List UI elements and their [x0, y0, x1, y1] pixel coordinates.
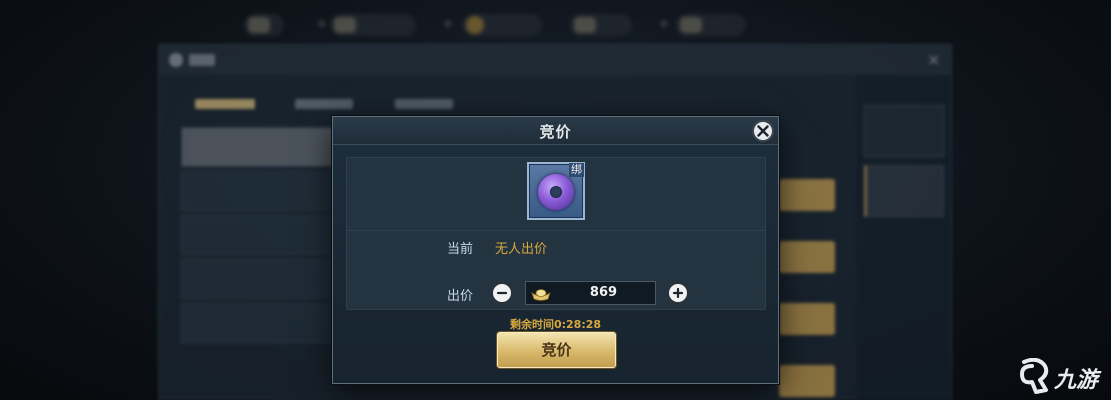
- bid-content: 绑 当前 无人出价 出价 869: [346, 157, 766, 310]
- coin-icon: [466, 16, 484, 34]
- bg-action-button: [779, 241, 835, 273]
- close-icon: [757, 125, 769, 137]
- resource-slot: [462, 14, 542, 36]
- plus-icon: +: [442, 16, 454, 32]
- bid-amount-input[interactable]: 869: [525, 281, 656, 305]
- bg-action-button: [779, 365, 835, 397]
- current-bid-label: 当前: [447, 242, 474, 257]
- panel-header: ×: [159, 45, 951, 75]
- resource-slot: [244, 14, 284, 36]
- ingot-icon: [334, 17, 356, 33]
- panel-title: [189, 54, 215, 66]
- decrease-bid-button[interactable]: [491, 282, 513, 304]
- bg-action-button: [779, 303, 835, 335]
- list-item: [181, 215, 341, 255]
- bg-action-button: [779, 179, 835, 211]
- list-item: [181, 127, 341, 167]
- bid-confirm-button[interactable]: 竞价: [497, 332, 616, 368]
- purple-ring-icon: [538, 174, 574, 210]
- plus-icon: +: [658, 16, 670, 32]
- tab: [295, 99, 353, 109]
- tab: [395, 99, 453, 109]
- close-button[interactable]: [752, 120, 774, 142]
- dialog-title: 竞价: [539, 123, 572, 141]
- jiuyou-logo-icon: [1020, 358, 1049, 394]
- ingot-icon: [531, 289, 551, 301]
- minus-icon: [496, 291, 508, 295]
- increase-bid-button[interactable]: [667, 282, 689, 304]
- resource-slot: [676, 14, 746, 36]
- tab: [195, 99, 255, 109]
- item-slot[interactable]: 绑: [527, 162, 585, 220]
- ingot-icon: [248, 17, 270, 33]
- ingot-icon: [574, 17, 596, 33]
- bid-label: 出价: [447, 289, 474, 304]
- gear-icon: [169, 53, 183, 67]
- list-item: [181, 259, 341, 299]
- divider: [347, 230, 765, 231]
- watermark: 九游: [1018, 356, 1108, 396]
- dialog-header: 竞价: [333, 117, 778, 145]
- bound-tag: 绑: [569, 163, 584, 177]
- resource-bar: + + +: [230, 6, 790, 42]
- category-list: [181, 127, 341, 347]
- list-item: [181, 171, 341, 211]
- current-bid-value: 无人出价: [495, 242, 548, 257]
- side-tab: [864, 165, 944, 217]
- plus-icon: +: [316, 16, 328, 32]
- watermark-text: 九游: [1054, 368, 1099, 393]
- plus-icon: [672, 287, 684, 299]
- side-tabs: [856, 75, 951, 400]
- bid-amount-value: 869: [589, 285, 618, 300]
- bid-confirm-label: 竞价: [541, 341, 572, 359]
- bid-dialog: 竞价 绑 当前 无人出价 出价 869 剩余时间0:28:28 竞价: [332, 116, 779, 384]
- side-tab: [864, 105, 944, 157]
- resource-slot: [330, 14, 416, 36]
- ingot-icon: [680, 17, 702, 33]
- close-icon: ×: [927, 50, 941, 69]
- remaining-time: 剩余时间0:28:28: [509, 318, 602, 331]
- list-item: [181, 303, 341, 343]
- resource-slot: [570, 14, 632, 36]
